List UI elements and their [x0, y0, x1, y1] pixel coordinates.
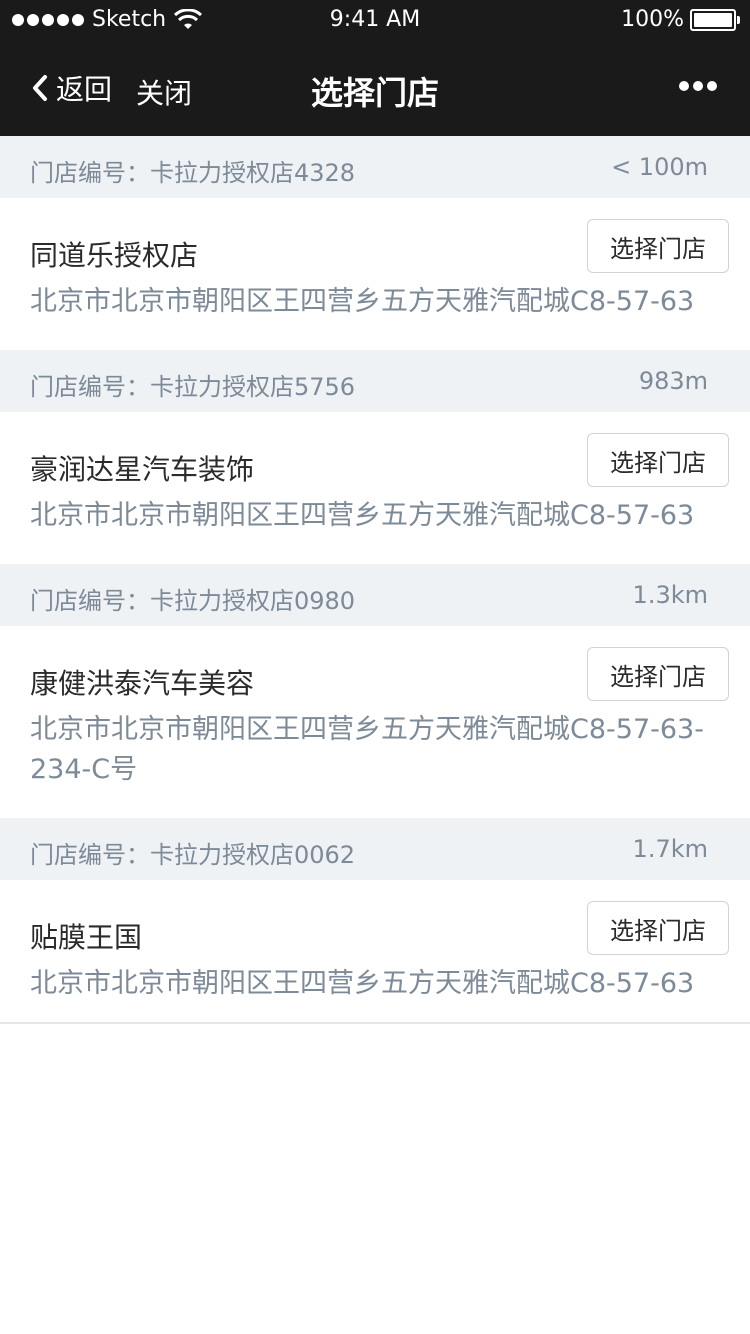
store-distance: < 100m — [611, 153, 708, 181]
more-icon[interactable] — [678, 76, 718, 96]
store-header: 门店编号：卡拉力授权店5756 983m — [0, 350, 750, 412]
status-bar: Sketch 9:41 AM 100% — [0, 0, 750, 40]
store-code: 门店编号：卡拉力授权店5756 — [30, 373, 356, 401]
store-name: 同道乐授权店 — [30, 239, 199, 272]
list-bottom-divider — [0, 1022, 750, 1024]
select-store-button[interactable]: 选择门店 — [587, 219, 729, 273]
store-card: 同道乐授权店 选择门店 北京市北京市朝阳区王四营乡五方天雅汽配城C8-57-63 — [0, 198, 750, 350]
store-header: 门店编号：卡拉力授权店0062 1.7km — [0, 818, 750, 880]
select-store-button[interactable]: 选择门店 — [587, 433, 729, 487]
nav-bar: 返回 关闭 选择门店 — [0, 40, 750, 136]
store-code: 门店编号：卡拉力授权店0980 — [30, 587, 356, 615]
status-right: 100% — [621, 7, 740, 32]
store-list: 门店编号：卡拉力授权店4328 < 100m 同道乐授权店 选择门店 北京市北京… — [0, 136, 750, 1030]
store-address: 北京市北京市朝阳区王四营乡五方天雅汽配城C8-57-63 — [30, 968, 695, 999]
select-store-button[interactable]: 选择门店 — [587, 647, 729, 701]
store-address: 北京市北京市朝阳区王四营乡五方天雅汽配城C8-57-63 — [30, 500, 695, 531]
store-header: 门店编号：卡拉力授权店0980 1.3km — [0, 564, 750, 626]
store-name: 豪润达星汽车装饰 — [30, 453, 255, 486]
store-address: 北京市北京市朝阳区王四营乡五方天雅汽配城C8-57-63-234-C号 — [30, 714, 704, 785]
store-card: 康健洪泰汽车美容 选择门店 北京市北京市朝阳区王四营乡五方天雅汽配城C8-57-… — [0, 626, 750, 818]
store-card: 豪润达星汽车装饰 选择门店 北京市北京市朝阳区王四营乡五方天雅汽配城C8-57-… — [0, 412, 750, 564]
store-header: 门店编号：卡拉力授权店4328 < 100m — [0, 136, 750, 198]
store-name: 贴膜王国 — [30, 921, 143, 954]
store-distance: 1.7km — [632, 835, 708, 863]
store-card: 贴膜王国 选择门店 北京市北京市朝阳区王四营乡五方天雅汽配城C8-57-63 — [0, 880, 750, 1030]
store-distance: 1.3km — [632, 581, 708, 609]
store-code: 门店编号：卡拉力授权店4328 — [30, 159, 356, 187]
battery-icon — [690, 8, 740, 31]
store-address: 北京市北京市朝阳区王四营乡五方天雅汽配城C8-57-63 — [30, 286, 695, 317]
store-distance: 983m — [638, 367, 708, 395]
battery-percent: 100% — [621, 7, 684, 32]
store-name: 康健洪泰汽车美容 — [30, 667, 255, 700]
select-store-button[interactable]: 选择门店 — [587, 901, 729, 955]
page-title: 选择门店 — [310, 74, 439, 112]
store-code: 门店编号：卡拉力授权店0062 — [30, 841, 356, 869]
